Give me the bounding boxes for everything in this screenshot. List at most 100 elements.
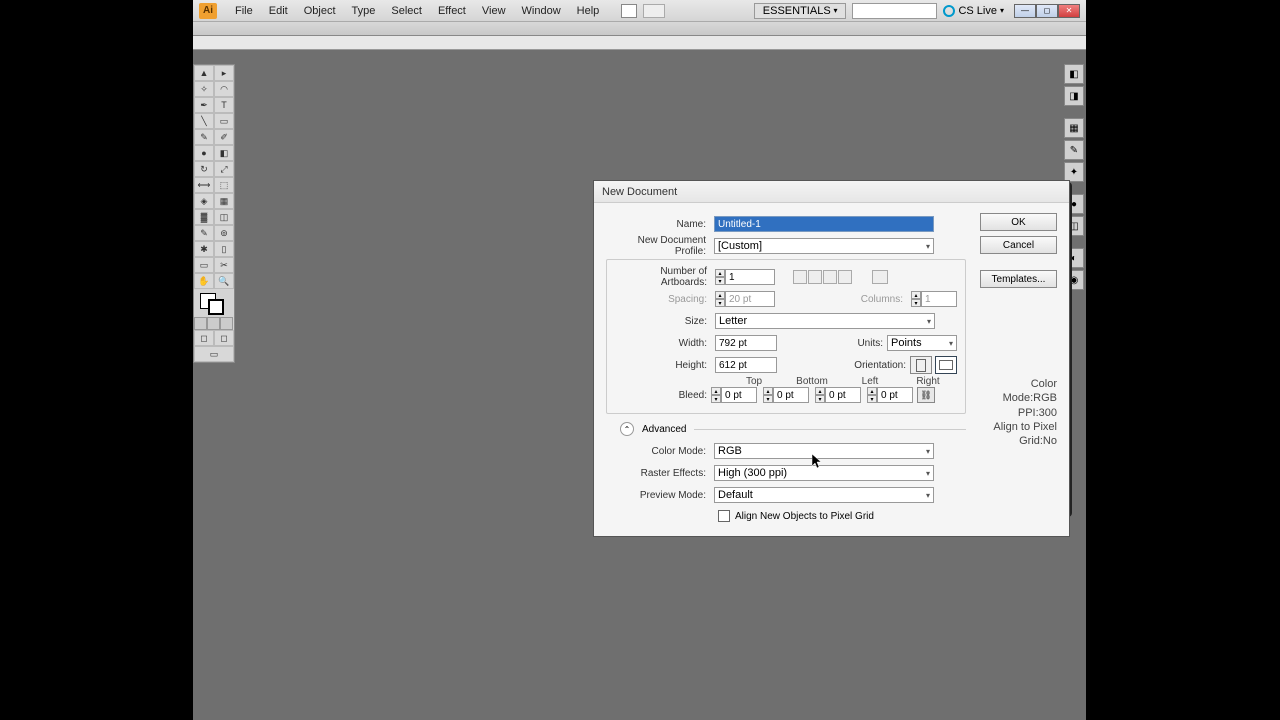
draw-normal[interactable]: ◻ [194,330,214,346]
align-pixel-grid-checkbox[interactable] [718,510,730,522]
doc-icon[interactable] [621,4,637,18]
bleed-label: Bleed: [615,390,711,401]
rectangle-tool[interactable]: ▭ [214,113,234,129]
panel-symbols-icon[interactable]: ✦ [1064,162,1084,182]
ok-button[interactable]: OK [980,213,1057,231]
profile-value: [Custom] [718,240,762,252]
mesh-tool[interactable]: ▓ [194,209,214,225]
panel-swatches-icon[interactable]: ▦ [1064,118,1084,138]
rotate-tool[interactable]: ↻ [194,161,214,177]
info-ppi: PPI:300 [980,406,1057,420]
columns-spinner[interactable]: ▴▾ [911,291,957,307]
gradient-mode-button[interactable] [207,317,220,330]
menu-edit[interactable]: Edit [261,0,296,22]
slice-tool[interactable]: ✂ [214,257,234,273]
bleed-bottom-input[interactable] [773,387,809,403]
orientation-landscape-button[interactable] [935,356,957,374]
link-bleed-button[interactable]: ⛓ [917,387,935,403]
panel-color-icon[interactable]: ◧ [1064,64,1084,84]
hand-tool[interactable]: ✋ [194,273,214,289]
lasso-tool[interactable]: ◠ [214,81,234,97]
bleed-left-input[interactable] [825,387,861,403]
menu-effect[interactable]: Effect [430,0,474,22]
width-tool[interactable]: ⟷ [194,177,214,193]
arrange-col-icon[interactable] [838,270,852,284]
eyedropper-tool[interactable]: ✎ [194,225,214,241]
pen-tool[interactable]: ✒ [194,97,214,113]
selection-tool[interactable]: ▲ [194,65,214,81]
spacing-input[interactable] [725,291,775,307]
perspective-tool[interactable]: ▦ [214,193,234,209]
type-tool[interactable]: T [214,97,234,113]
graph-tool[interactable]: ▯ [214,241,234,257]
menu-select[interactable]: Select [383,0,430,22]
stroke-swatch[interactable] [208,299,224,315]
gradient-tool[interactable]: ◫ [214,209,234,225]
zoom-tool[interactable]: 🔍 [214,273,234,289]
width-input[interactable] [715,335,777,351]
size-dropdown[interactable]: Letter▾ [715,313,935,329]
color-mode-button[interactable] [194,317,207,330]
arrange-icon[interactable] [643,4,665,18]
artboards-spinner[interactable]: ▴▾ [715,269,775,285]
arrange-row-icon[interactable] [823,270,837,284]
magic-wand-tool[interactable]: ✧ [194,81,214,97]
blend-tool[interactable]: ⊚ [214,225,234,241]
name-input[interactable] [714,216,934,232]
new-document-dialog: New Document Name: New Document Profile:… [593,180,1070,537]
preview-label: Preview Mode: [606,490,710,501]
spacing-spinner[interactable]: ▴▾ [715,291,775,307]
menu-window[interactable]: Window [514,0,569,22]
panel-brushes-icon[interactable]: ✎ [1064,140,1084,160]
dialog-title: New Document [594,181,1069,203]
menu-type[interactable]: Type [344,0,384,22]
cancel-button[interactable]: Cancel [980,236,1057,254]
maximize-button[interactable]: ◻ [1036,4,1058,18]
grid-by-col-icon[interactable] [808,270,822,284]
artboards-input[interactable] [725,269,775,285]
screen-mode[interactable]: ▭ [194,346,234,362]
menu-help[interactable]: Help [569,0,608,22]
units-dropdown[interactable]: Points▾ [887,335,957,351]
cslive-button[interactable]: CS Live ▾ [943,5,1004,17]
fill-stroke-swatch[interactable] [194,289,234,317]
raster-dropdown[interactable]: High (300 ppi)▾ [714,465,934,481]
menu-file[interactable]: File [227,0,261,22]
chevron-down-icon: ▾ [926,491,930,500]
paintbrush-tool[interactable]: ✎ [194,129,214,145]
minimize-button[interactable]: — [1014,4,1036,18]
none-mode-button[interactable] [220,317,233,330]
symbol-sprayer-tool[interactable]: ✱ [194,241,214,257]
rtl-toggle-icon[interactable] [872,270,888,284]
blob-brush-tool[interactable]: ● [194,145,214,161]
panel-colorguide-icon[interactable]: ◨ [1064,86,1084,106]
advanced-label: Advanced [642,424,686,435]
menu-object[interactable]: Object [296,0,344,22]
profile-dropdown[interactable]: [Custom]▾ [714,238,934,254]
height-input[interactable] [715,357,777,373]
close-button[interactable]: ✕ [1058,4,1080,18]
align-pixel-grid-label: Align New Objects to Pixel Grid [735,511,874,522]
workspace-switcher[interactable]: ESSENTIALS ▾ [754,3,847,19]
templates-button[interactable]: Templates... [980,270,1057,288]
colormode-dropdown[interactable]: RGB▾ [714,443,934,459]
portrait-icon [916,359,926,372]
bleed-top-input[interactable] [721,387,757,403]
scale-tool[interactable]: ⤢ [214,161,234,177]
advanced-collapse-button[interactable]: ⌃ [620,422,634,436]
pencil-tool[interactable]: ✐ [214,129,234,145]
columns-input[interactable] [921,291,957,307]
menu-view[interactable]: View [474,0,514,22]
direct-selection-tool[interactable]: ▸ [214,65,234,81]
artboard-tool[interactable]: ▭ [194,257,214,273]
search-input[interactable] [852,3,937,19]
bleed-right-input[interactable] [877,387,913,403]
draw-behind[interactable]: ◻ [214,330,234,346]
eraser-tool[interactable]: ◧ [214,145,234,161]
line-tool[interactable]: ╲ [194,113,214,129]
grid-by-row-icon[interactable] [793,270,807,284]
shape-builder-tool[interactable]: ◈ [194,193,214,209]
free-transform-tool[interactable]: ⬚ [214,177,234,193]
preview-dropdown[interactable]: Default▾ [714,487,934,503]
orientation-portrait-button[interactable] [910,356,932,374]
